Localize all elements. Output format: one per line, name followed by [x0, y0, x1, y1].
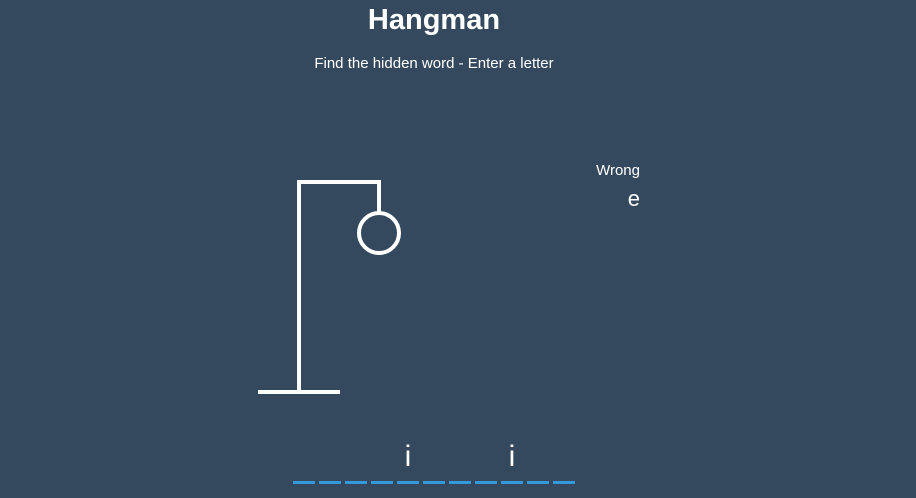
letter-slot	[345, 438, 367, 484]
hidden-word: i i	[293, 438, 575, 484]
letter-slot	[475, 438, 497, 484]
letter-slot	[449, 438, 471, 484]
game-screen: Hangman Find the hidden word - Enter a l…	[0, 0, 916, 498]
letter-slot	[293, 438, 315, 484]
hangman-figure	[258, 180, 401, 394]
letter-slot	[371, 438, 393, 484]
wrong-letters-list: e	[627, 186, 640, 211]
letter-slot: i	[501, 438, 523, 484]
letter-slot	[553, 438, 575, 484]
letter-slot	[527, 438, 549, 484]
hangman-head	[357, 211, 401, 255]
wrong-label: Wrong	[596, 162, 640, 179]
letter-slot-char: i	[508, 440, 516, 473]
letter-slot	[319, 438, 341, 484]
letter-slot-char: i	[404, 440, 412, 473]
letter-slot	[423, 438, 445, 484]
wrong-letters-panel: Wrong e	[560, 162, 640, 212]
letter-slot: i	[397, 438, 419, 484]
